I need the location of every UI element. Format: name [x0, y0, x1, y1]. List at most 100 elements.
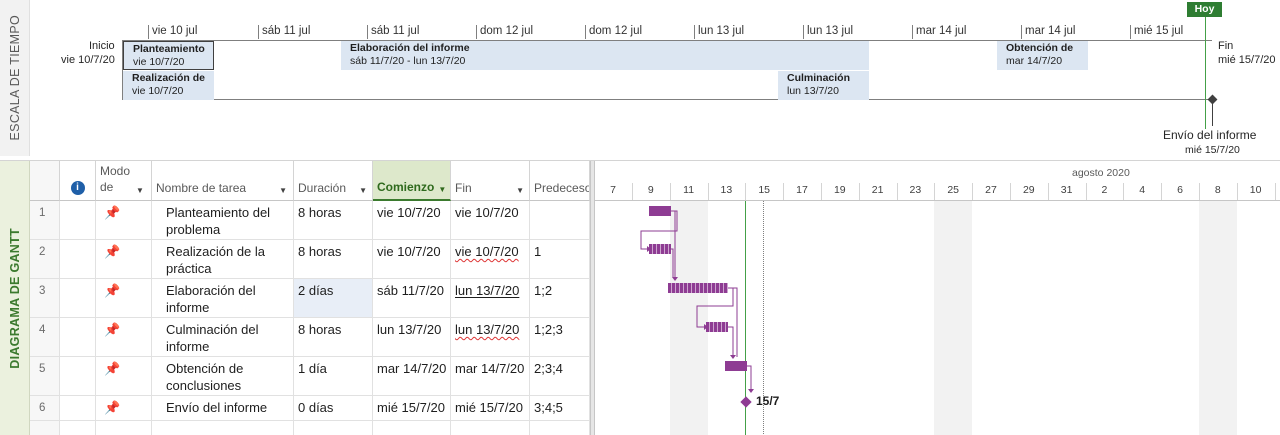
timeline-task-title: Planteamiento [133, 43, 205, 55]
task-name-cell[interactable]: Elaboración del informe [152, 279, 294, 317]
table-row[interactable]: 1 📌 Planteamiento del problema 8 horas v… [30, 201, 590, 240]
task-table: i Modo de ▼ Nombre de tarea ▼ Duración ▼… [30, 161, 590, 435]
duration-cell[interactable]: 0 días [294, 396, 373, 420]
duration-cell[interactable] [294, 421, 373, 435]
finish-cell[interactable]: mié 15/7/20 [451, 396, 530, 420]
column-header-info[interactable]: i [60, 161, 96, 201]
start-cell[interactable]: mié 15/7/20 [373, 396, 451, 420]
task-name-cell[interactable] [152, 421, 294, 435]
link-5-6 [747, 365, 752, 391]
predecessors-cell[interactable]: 1;2;3 [530, 318, 590, 356]
column-header-mode[interactable]: Modo de ▼ [96, 161, 152, 201]
arrowhead [647, 246, 651, 252]
predecessors-cell[interactable]: 2;3;4 [530, 357, 590, 395]
gantt-view: DIAGRAMA DE GANTT i Modo de ▼ Nombre de … [0, 160, 1280, 435]
column-header-predecessors-label: Predecesor [534, 181, 590, 195]
row-number[interactable]: 5 [30, 357, 60, 395]
timeline-task-obtencion[interactable]: Obtención de mar 14/7/20 [997, 41, 1088, 70]
start-cell[interactable]: mar 14/7/20 [373, 357, 451, 395]
row-number[interactable]: 2 [30, 240, 60, 278]
timescale-day-label: 19 [833, 184, 846, 196]
task-name-cell[interactable]: Obtención de conclusiones [152, 357, 294, 395]
finish-cell[interactable]: lun 13/7/20 [451, 279, 530, 317]
info-cell [60, 318, 96, 356]
timeline-milestone-title: Envío del informe [1163, 128, 1257, 142]
column-header-finish[interactable]: Fin ▼ [451, 161, 530, 201]
mode-cell[interactable]: 📌 [96, 279, 152, 317]
timeline-task-culminacion[interactable]: Culminación lun 13/7/20 [778, 71, 869, 100]
timescale-day-separator [707, 183, 709, 200]
mode-cell[interactable]: 📌 [96, 318, 152, 356]
empty-row[interactable] [30, 421, 590, 435]
task-name-cell[interactable]: Planteamiento del problema [152, 201, 294, 239]
dropdown-arrow-icon[interactable]: ▼ [359, 186, 367, 195]
manual-pin-icon: 📌 [104, 322, 121, 337]
column-header-duration[interactable]: Duración ▼ [294, 161, 373, 201]
timescale-day-separator [1198, 183, 1200, 200]
start-cell[interactable]: sáb 11/7/20 [373, 279, 451, 317]
duration-cell[interactable]: 1 día [294, 357, 373, 395]
table-row[interactable]: 5 📌 Obtención de conclusiones 1 día mar … [30, 357, 590, 396]
manual-pin-icon: 📌 [104, 205, 121, 220]
start-cell[interactable]: vie 10/7/20 [373, 201, 451, 239]
row-number[interactable]: 6 [30, 396, 60, 420]
column-header-finish-label: Fin [455, 181, 472, 195]
column-header-start[interactable]: Comienzo ▼ [373, 161, 451, 201]
column-header-predecessors[interactable]: Predecesor [530, 161, 590, 201]
finish-cell[interactable]: vie 10/7/20 [451, 240, 530, 278]
table-row[interactable]: 6 📌 Envío del informe 0 días mié 15/7/20… [30, 396, 590, 421]
duration-cell[interactable]: 8 horas [294, 318, 373, 356]
timeline-task-dates: vie 10/7/20 [132, 85, 184, 97]
dropdown-arrow-icon[interactable]: ▼ [438, 185, 446, 194]
task-name-cell[interactable]: Realización de la práctica [152, 240, 294, 278]
predecessors-cell[interactable] [530, 201, 590, 239]
task-name-cell[interactable]: Envío del informe [152, 396, 294, 420]
dropdown-arrow-icon[interactable]: ▼ [279, 186, 287, 195]
task-name-cell[interactable]: Culminación del informe [152, 318, 294, 356]
arrowhead [672, 277, 678, 281]
row-number-header[interactable] [30, 161, 60, 201]
duration-cell[interactable]: 2 días [294, 279, 373, 317]
predecessors-cell[interactable]: 3;4;5 [530, 396, 590, 420]
predecessors-cell[interactable] [530, 421, 590, 435]
row-number[interactable]: 4 [30, 318, 60, 356]
table-row[interactable]: 3 📌 Elaboración del informe 2 días sáb 1… [30, 279, 590, 318]
finish-cell[interactable]: lun 13/7/20 [451, 318, 530, 356]
timeline-bar[interactable]: Planteamiento vie 10/7/20 Realización de… [122, 40, 1212, 100]
start-cell[interactable] [373, 421, 451, 435]
timescale-day-label: 4 [1139, 184, 1146, 196]
finish-cell[interactable]: vie 10/7/20 [451, 201, 530, 239]
timeline-task-realizacion[interactable]: Realización de vie 10/7/20 [123, 71, 214, 100]
column-header-name-label: Nombre de tarea [156, 181, 247, 195]
finish-value: lun 13/7/20 [455, 283, 520, 298]
row-number[interactable] [30, 421, 60, 435]
finish-cell[interactable] [451, 421, 530, 435]
row-number[interactable]: 3 [30, 279, 60, 317]
start-cell[interactable]: lun 13/7/20 [373, 318, 451, 356]
duration-cell[interactable]: 8 horas [294, 240, 373, 278]
dropdown-arrow-icon[interactable]: ▼ [516, 186, 524, 195]
predecessors-cell[interactable]: 1;2 [530, 279, 590, 317]
arrowhead [730, 355, 736, 359]
predecessors-cell[interactable]: 1 [530, 240, 590, 278]
table-row[interactable]: 2 📌 Realización de la práctica 8 horas v… [30, 240, 590, 279]
dropdown-arrow-icon[interactable]: ▼ [136, 186, 144, 195]
table-row[interactable]: 4 📌 Culminación del informe 8 horas lun … [30, 318, 590, 357]
mode-cell[interactable]: 📌 [96, 396, 152, 420]
finish-cell[interactable]: mar 14/7/20 [451, 357, 530, 395]
start-cell[interactable]: vie 10/7/20 [373, 240, 451, 278]
timeline-task-elaboracion[interactable]: Elaboración del informe sáb 11/7/20 - lu… [341, 41, 869, 70]
timeline-task-planteamiento[interactable]: Planteamiento vie 10/7/20 [123, 41, 214, 70]
row-number[interactable]: 1 [30, 201, 60, 239]
duration-cell[interactable]: 8 horas [294, 201, 373, 239]
timescale-day-separator [1123, 183, 1125, 200]
link-2-3 [671, 248, 674, 278]
mode-cell[interactable]: 📌 [96, 357, 152, 395]
timeline-tick: vie 10 jul [148, 25, 197, 39]
column-header-mode-label: Modo de [100, 164, 131, 194]
mode-cell[interactable]: 📌 [96, 201, 152, 239]
mode-cell[interactable]: 📌 [96, 240, 152, 278]
mode-cell[interactable] [96, 421, 152, 435]
chart-timescale[interactable]: agosto 2020 7 9 11 13 15 17 19 21 23 25 27 29 31 2 4 6 8… [595, 161, 1280, 201]
column-header-name[interactable]: Nombre de tarea ▼ [152, 161, 294, 201]
